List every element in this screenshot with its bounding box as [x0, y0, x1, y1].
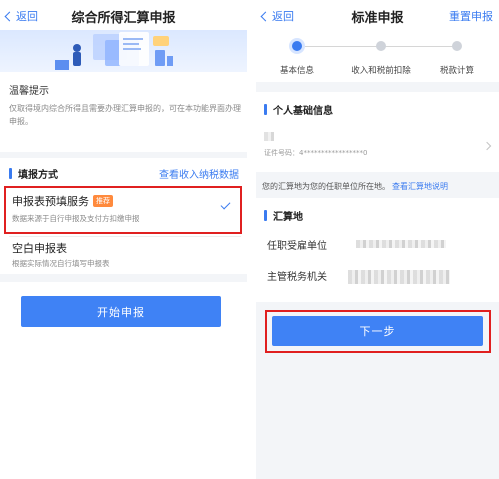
personal-info-heading: 个人基础信息	[264, 102, 333, 117]
redacted-employer	[356, 240, 446, 248]
settlement-explanation-link[interactable]: 查看汇算地说明	[392, 182, 448, 191]
tip-text: 仅取得境内综合所得且需要办理汇算申报的，可在本功能界面办理申报。	[9, 104, 241, 126]
highlight-box	[4, 186, 242, 234]
fill-method-heading-text: 填报方式	[18, 170, 58, 181]
left-page-title: 综合所得汇算申报	[71, 11, 176, 26]
step-label-income: 收入和税前扣除	[351, 66, 411, 76]
left-screen: 返回 综合所得汇算申报 温馨提示 仅取得境内综合所得且需要办理汇算申报的，可在本…	[0, 0, 247, 479]
left-nav-bar: 返回 综合所得汇算申报	[0, 0, 247, 30]
section-bar	[264, 104, 267, 115]
step-dot	[452, 41, 462, 51]
divider	[0, 274, 247, 282]
step-label-tax: 税款计算	[439, 66, 475, 76]
start-declaration-button[interactable]: 开始申报	[21, 296, 221, 327]
personal-info-card: 个人基础信息 证件号码：4*****************0	[256, 92, 499, 172]
personal-info-heading-text: 个人基础信息	[273, 106, 333, 117]
banner-illustration	[0, 30, 247, 72]
settlement-heading: 汇算地	[264, 208, 303, 223]
employer-label: 任职受雇单位	[267, 241, 327, 252]
tax-authority-label: 主管税务机关	[267, 272, 327, 283]
next-step-button[interactable]: 下一步	[272, 316, 483, 346]
right-nav-bar: 返回 标准申报 重置申报	[256, 0, 499, 30]
redacted-tax-authority	[348, 270, 450, 284]
next-highlight-box: 下一步	[265, 310, 491, 353]
right-screen: 返回 标准申报 重置申报 基本信息 收入和税前扣除 税款计算 个人基础信息 证件…	[256, 0, 499, 479]
banner-art-icon	[55, 32, 173, 70]
settlement-notice-text: 您的汇算地为您的任职单位所在地。	[262, 182, 390, 191]
option-separator	[9, 236, 241, 237]
fill-method-heading: 填报方式	[9, 166, 58, 181]
section-bar	[264, 210, 267, 221]
section-bar	[9, 168, 12, 179]
screen-gap	[247, 0, 256, 479]
step-dot	[376, 41, 386, 51]
chevron-right-icon	[482, 141, 492, 151]
settlement-card: 汇算地 任职受雇单位 主管税务机关	[256, 198, 499, 302]
step-dot-active	[292, 41, 302, 51]
id-number: 证件号码：4*****************0	[264, 149, 368, 157]
view-income-data-link[interactable]: 查看收入纳税数据	[159, 166, 239, 181]
settlement-heading-text: 汇算地	[273, 212, 303, 223]
progress-steps: 基本信息 收入和税前扣除 税款计算	[256, 30, 499, 82]
option-blank-title: 空白申报表	[12, 242, 67, 255]
redacted-name	[264, 132, 274, 141]
settlement-notice: 您的汇算地为您的任职单位所在地。 查看汇算地说明	[262, 181, 448, 192]
reset-declaration-button[interactable]: 重置申报	[449, 8, 493, 24]
divider	[0, 152, 247, 158]
step-label-basic: 基本信息	[279, 66, 315, 76]
tip-title: 温馨提示	[9, 86, 49, 97]
option-blank-subtitle: 根据实际情况自行填写申报表	[12, 259, 110, 268]
